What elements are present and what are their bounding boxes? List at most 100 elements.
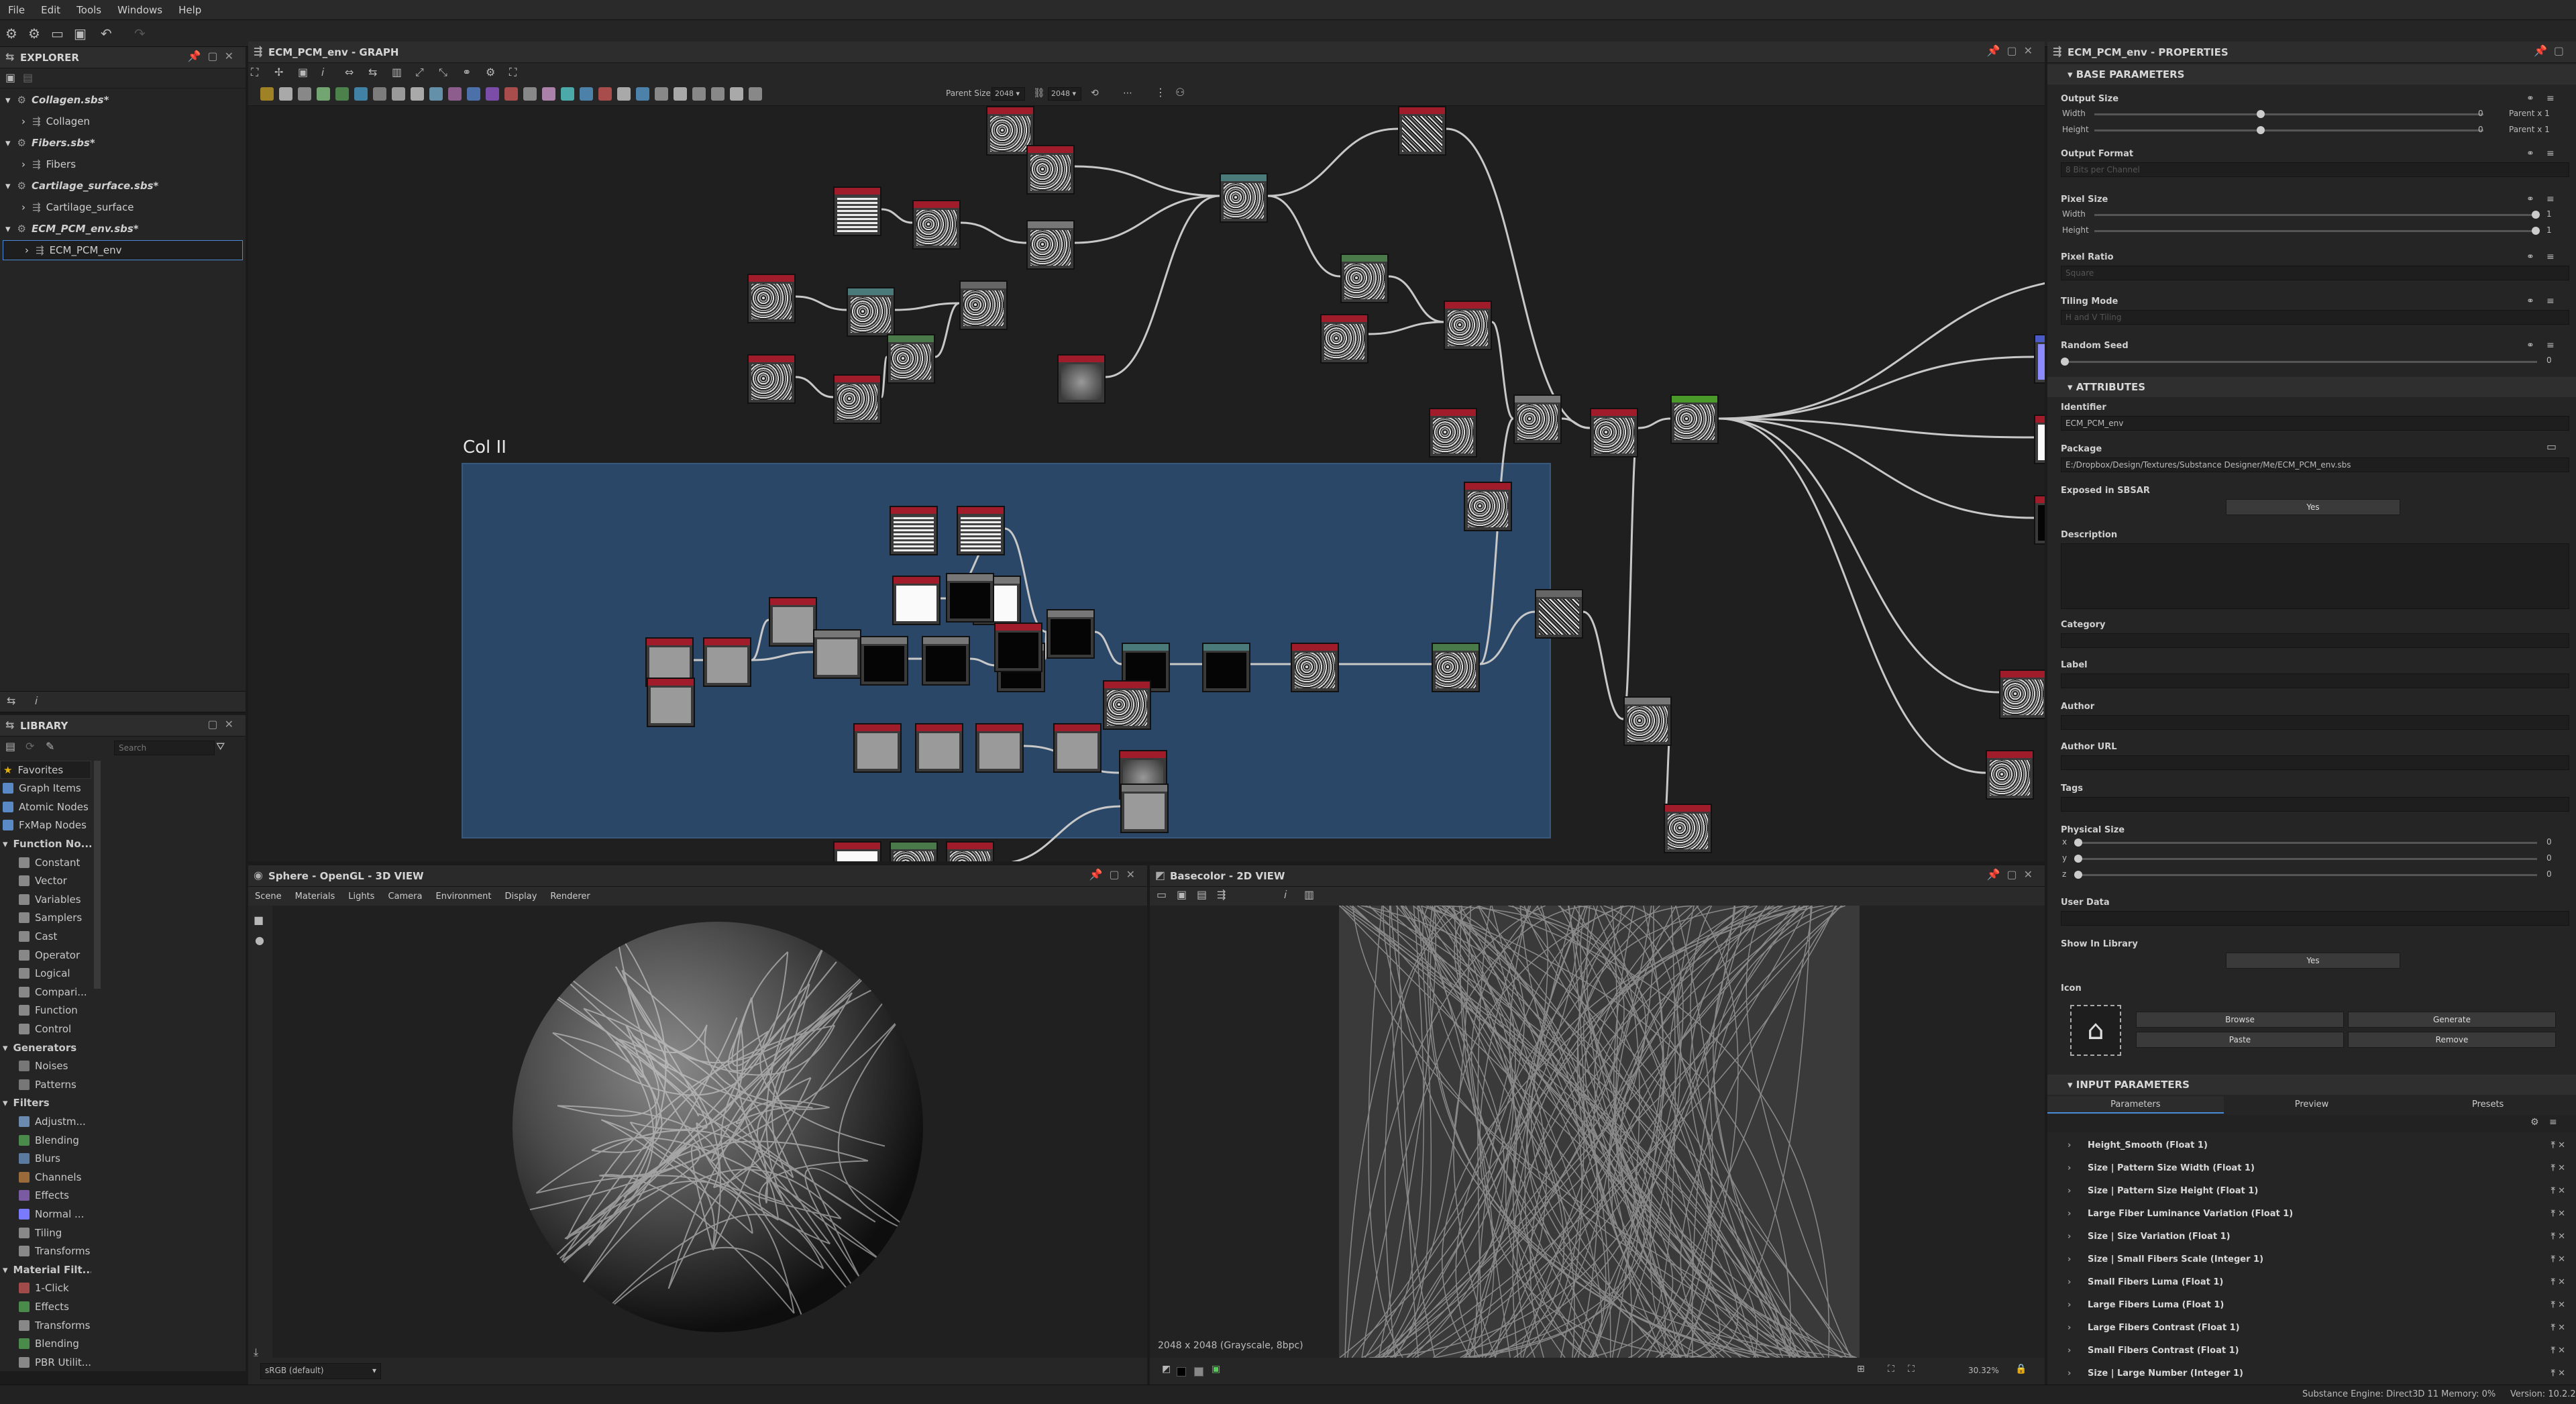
input-param-row[interactable]: Size | Small Fibers Scale (Integer 1)⤒ ✕	[2047, 1248, 2576, 1271]
graph-node[interactable]	[1398, 106, 1446, 156]
library-search-input[interactable]: Search	[114, 741, 215, 755]
explorer-tab-icon[interactable]: ⇆	[7, 696, 15, 706]
view3d-menu-item[interactable]: Renderer	[543, 892, 596, 902]
library-item[interactable]: ▾ Filters	[0, 1094, 91, 1112]
output-format-select[interactable]: 8 Bits per Channel	[2061, 162, 2569, 177]
black-swatch[interactable]	[1177, 1367, 1186, 1376]
base-parameters-header[interactable]: ▾ BASE PARAMETERS	[2047, 64, 2576, 85]
graph-node[interactable]	[833, 841, 881, 861]
library-item[interactable]: Normal ...	[0, 1205, 91, 1223]
panel-controls-icon[interactable]: 📌▢✕	[1987, 44, 2039, 57]
physical-y-slider[interactable]	[2074, 855, 2537, 863]
library-item[interactable]: Effects	[0, 1297, 91, 1315]
graph-node[interactable]	[2034, 415, 2045, 464]
atomic-node-icon[interactable]	[429, 87, 443, 101]
graph-node[interactable]	[957, 506, 1005, 555]
graph-node[interactable]	[1590, 408, 1638, 457]
pixel-ratio-select[interactable]: Square	[2061, 266, 2569, 280]
link-icon[interactable]: ⛓	[1033, 89, 1045, 98]
input-param-row[interactable]: Size | Pattern Size Height (Float 1)⤒ ✕	[2047, 1179, 2576, 1202]
graph-node[interactable]	[912, 200, 961, 250]
input-param-row[interactable]: Small Fibers Contrast (Float 1)⤒ ✕	[2047, 1339, 2576, 1362]
gray-swatch[interactable]	[1194, 1367, 1203, 1376]
link-icon[interactable]: ⚭	[2526, 94, 2534, 103]
link-icon[interactable]: ⚭	[2526, 252, 2534, 262]
atomic-node-icon[interactable]	[373, 87, 386, 101]
library-item[interactable]: Patterns	[0, 1075, 91, 1093]
save-icon[interactable]: ▣	[74, 27, 87, 40]
camera-icon[interactable]: ■	[254, 915, 264, 926]
graph-tool-icon[interactable]: ⚭	[462, 67, 471, 78]
atomic-node-icon[interactable]	[392, 87, 405, 101]
param-actions-icon[interactable]: ⤒ ✕	[2551, 1254, 2565, 1264]
tree-item[interactable]: › ⇶ Collagen	[0, 111, 246, 131]
input-param-row[interactable]: Large Fiber Luminance Variation (Float 1…	[2047, 1202, 2576, 1225]
input-param-row[interactable]: Size | Pattern Size Width (Float 1)⤒ ✕	[2047, 1156, 2576, 1179]
screenshot-icon[interactable]: ⤓	[254, 1347, 258, 1358]
graph-node[interactable]	[946, 841, 994, 861]
menu-edit[interactable]: Edit	[33, 4, 68, 16]
layout-icon[interactable]: ⋮	[1155, 87, 1166, 98]
undo-icon[interactable]: ↶	[101, 27, 112, 40]
tab-parameters[interactable]: Parameters	[2047, 1096, 2224, 1114]
input-param-row[interactable]: Large Fibers Luma (Float 1)⤒ ✕	[2047, 1293, 2576, 1316]
save-image-icon[interactable]: ▣	[1177, 889, 1187, 900]
graph-tool-icon[interactable]: ⛶	[509, 67, 517, 78]
panel-controls-icon[interactable]: 📌▢✕	[188, 50, 240, 62]
graph-node[interactable]	[860, 636, 908, 686]
physical-x-slider[interactable]	[2074, 839, 2537, 847]
atomic-node-icon[interactable]	[335, 87, 349, 101]
identifier-field[interactable]: ECM_PCM_env	[2061, 416, 2569, 431]
graph-node[interactable]	[647, 678, 695, 727]
atomic-node-icon[interactable]	[542, 87, 555, 101]
category-field[interactable]	[2061, 633, 2569, 648]
exposed-yes-button[interactable]: Yes	[2226, 499, 2400, 515]
graph-node[interactable]	[1026, 145, 1075, 195]
publish-icon[interactable]: ▤	[23, 72, 33, 83]
view2d-viewport[interactable]: 2048 x 2048 (Grayscale, 8bpc)	[1150, 906, 2045, 1358]
fit-icon[interactable]: ▭	[1157, 889, 1167, 900]
graph-node[interactable]	[1432, 643, 1480, 692]
pixel-height-slider[interactable]	[2094, 227, 2540, 235]
channels-icon[interactable]: ◩	[1162, 1364, 1171, 1374]
graph-node[interactable]	[1057, 354, 1106, 404]
link-icon[interactable]: ⚭	[2526, 149, 2534, 158]
link-icon[interactable]: ⚭	[2526, 341, 2534, 350]
param-actions-icon[interactable]: ⤒ ✕	[2551, 1277, 2565, 1287]
atomic-node-icon[interactable]	[504, 87, 518, 101]
size2-select[interactable]: 2048 ▾	[1048, 87, 1081, 101]
menu-file[interactable]: File	[0, 4, 33, 16]
panel-controls-icon[interactable]: 📌▢✕	[1089, 868, 1142, 881]
save-package-icon[interactable]: ▣	[5, 72, 15, 83]
tree-item[interactable]: ▾ ⚙ Cartilage_surface.sbs*	[0, 176, 246, 196]
library-item[interactable]: Function	[0, 1002, 91, 1020]
info-icon[interactable]: 𝑖	[1284, 889, 1287, 900]
graph-node[interactable]	[1623, 696, 1672, 746]
open-icon[interactable]: ▭	[51, 27, 64, 40]
view3d-menu-item[interactable]: Scene	[248, 892, 288, 902]
graph-node[interactable]	[847, 287, 895, 337]
param-menu-icon[interactable]: ≡	[2546, 341, 2555, 350]
alpha-icon[interactable]: ▣	[1212, 1364, 1220, 1374]
graph-node[interactable]	[703, 637, 751, 687]
param-menu-icon[interactable]: ≡	[2546, 296, 2555, 306]
author-field[interactable]	[2061, 715, 2569, 730]
tab-presets[interactable]: Presets	[2400, 1096, 2576, 1114]
menu-windows[interactable]: Windows	[109, 4, 170, 16]
tree-item[interactable]: › ⇶ Cartilage_surface	[0, 197, 246, 217]
graph-node[interactable]	[922, 636, 970, 686]
graph-node[interactable]	[1670, 394, 1719, 444]
graph-node[interactable]	[769, 597, 817, 647]
atomic-node-icon[interactable]	[617, 87, 631, 101]
edit-icon[interactable]: ✎	[46, 741, 54, 752]
graph-node[interactable]	[833, 374, 881, 424]
info-tab-icon[interactable]: 𝑖	[35, 696, 38, 706]
gear-icon[interactable]: ⚙	[2530, 1118, 2539, 1127]
atomic-node-icon[interactable]	[411, 87, 424, 101]
atomic-node-icon[interactable]	[486, 87, 499, 101]
browse-button[interactable]: Browse	[2136, 1012, 2344, 1028]
remove-button[interactable]: Remove	[2348, 1032, 2556, 1048]
copy-icon[interactable]: ▤	[1197, 889, 1207, 900]
refresh-icon[interactable]: ⟳	[25, 741, 34, 752]
new-package-icon[interactable]: ⚙	[5, 27, 17, 40]
